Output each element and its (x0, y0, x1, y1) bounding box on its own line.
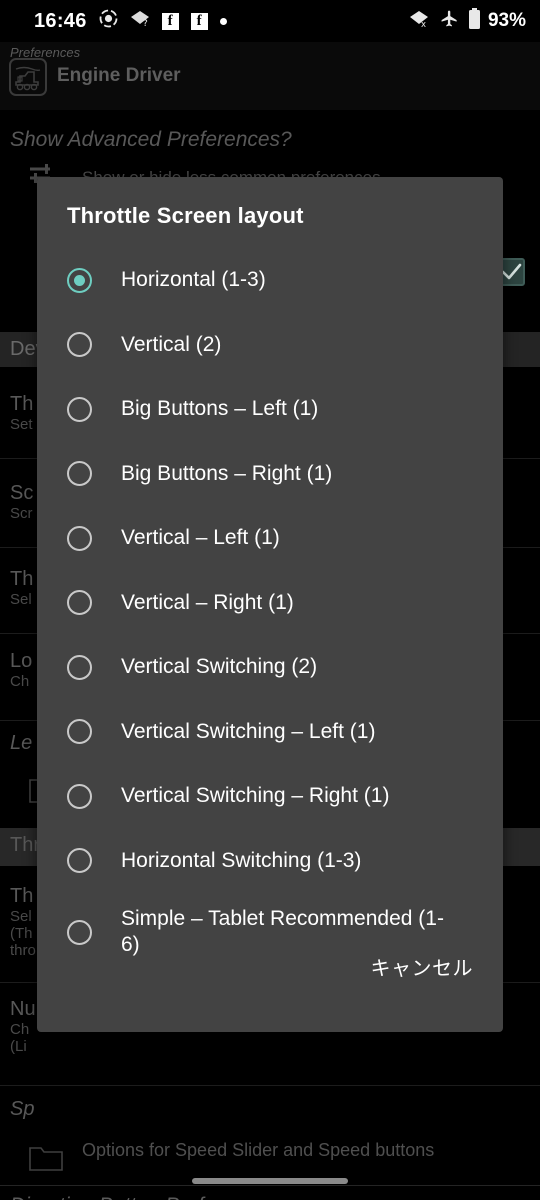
radio-icon[interactable] (67, 783, 92, 809)
bg-list-item[interactable]: Nu Ch (Li (10, 998, 36, 1055)
radio-option-label: Big Buttons – Left (1) (121, 397, 319, 421)
radio-option-horizontal-switching[interactable]: Horizontal Switching (1-3) (37, 829, 503, 894)
screen-record-icon (99, 9, 118, 33)
divider (0, 1185, 540, 1186)
radio-option-label: Vertical – Left (1) (121, 526, 280, 550)
svg-text:?: ? (143, 19, 148, 27)
bg-list-item-title: Nu (10, 998, 36, 1020)
radio-option-vertical-switching-left[interactable]: Vertical Switching – Left (1) (37, 700, 503, 765)
throttle-screen-layout-dialog: Throttle Screen layout Horizontal (1-3) … (37, 177, 503, 1032)
radio-option-label: Horizontal Switching (1-3) (121, 848, 362, 872)
radio-option-label: Vertical Switching – Right (1) (121, 784, 390, 808)
bg-list-item[interactable]: Lo Ch (10, 650, 32, 690)
bg-list-item-sub: (Th (10, 925, 33, 942)
bg-list-item-sub: thro (10, 942, 36, 959)
airplane-mode-icon (440, 9, 459, 33)
advanced-preferences-heading: Show Advanced Preferences? (10, 128, 292, 151)
radio-icon[interactable] (67, 396, 92, 422)
bg-list-item-sub: Set (10, 416, 33, 433)
radio-option-horizontal[interactable]: Horizontal (1-3) (37, 248, 503, 313)
wifi-question-icon: ? (130, 10, 150, 32)
radio-option-big-buttons-left[interactable]: Big Buttons – Left (1) (37, 377, 503, 442)
divider (0, 1085, 540, 1086)
status-clock: 16:46 (34, 9, 87, 32)
radio-option-vertical[interactable]: Vertical (2) (37, 313, 503, 378)
facebook-icon: f (190, 12, 208, 30)
bg-list-item-sub: (Li (10, 1038, 27, 1055)
bg-list-item-sub: Sel (10, 908, 32, 925)
status-bar-right-icons: x 93% (409, 0, 526, 42)
bg-list-item[interactable]: Th Sel (Th thro (10, 885, 36, 959)
bg-list-item[interactable]: Sc Scr (10, 482, 33, 522)
radio-icon[interactable] (67, 919, 92, 945)
bg-list-item-title: Th (10, 885, 34, 907)
radio-icon[interactable] (67, 590, 92, 616)
svg-text:x: x (421, 20, 426, 28)
bg-list-item-sub: Sel (10, 591, 32, 608)
radio-icon[interactable] (67, 461, 92, 487)
app-title: Engine Driver (57, 65, 181, 86)
radio-option-label: Vertical Switching – Left (1) (121, 719, 376, 743)
radio-option-label: Vertical (2) (121, 332, 222, 356)
bg-list-item[interactable]: Th Sel (10, 568, 33, 608)
throttle-band-label-wrap: Thr (10, 834, 40, 857)
bg-category-heading: Sp (10, 1098, 34, 1121)
radio-icon[interactable] (67, 525, 92, 551)
radio-option-vertical-switching-right[interactable]: Vertical Switching – Right (1) (37, 764, 503, 829)
radio-option-vertical-right[interactable]: Vertical – Right (1) (37, 571, 503, 636)
bg-category-label: Sp (10, 1098, 35, 1120)
radio-option-label: Horizontal (1-3) (121, 268, 266, 292)
bg-list-item-title: Lo (10, 650, 33, 672)
radio-icon[interactable] (67, 332, 92, 358)
train-logo-icon (9, 58, 47, 96)
dialog-title: Throttle Screen layout (67, 203, 304, 228)
status-bar-left-icons: 16:46 ? f f (34, 9, 227, 33)
bg-list-item-title: Sc (10, 482, 34, 504)
radio-option-label: Simple – Tablet Recommended (1-6) (121, 907, 444, 956)
radio-icon[interactable] (67, 848, 92, 874)
home-gesture-pill[interactable] (192, 1178, 348, 1184)
radio-option-vertical-left[interactable]: Vertical – Left (1) (37, 506, 503, 571)
bg-list-item-sub: Ch (10, 1021, 30, 1038)
bg-list-item-title: Th (10, 568, 34, 590)
bg-list-item-sub: Scr (10, 505, 33, 522)
bg-list-item-title: Th (10, 393, 34, 415)
cancel-button[interactable]: キャンセル (371, 952, 474, 981)
bg-category-heading: Le (10, 732, 32, 755)
radio-option-vertical-switching[interactable]: Vertical Switching (2) (37, 635, 503, 700)
dot-icon (219, 17, 227, 25)
radio-group: Horizontal (1-3) Vertical (2) Big Button… (37, 248, 503, 971)
direction-button-preferences-heading: Direction Button Preferences (10, 1194, 278, 1200)
facebook-icon: f (161, 12, 179, 30)
radio-option-label: Big Buttons – Right (1) (121, 461, 333, 485)
bg-category-label: Le (10, 732, 33, 754)
radio-option-label: Vertical – Right (1) (121, 590, 294, 614)
bg-list-item[interactable]: Th Set (10, 393, 33, 433)
radio-option-label: Vertical Switching (2) (121, 655, 318, 679)
throttle-band-label: Thr (10, 834, 40, 856)
bg-list-item-sub: Ch (10, 673, 30, 690)
radio-icon[interactable] (67, 654, 92, 680)
radio-icon[interactable] (67, 719, 92, 745)
speed-preferences-row-subtitle: Options for Speed Slider and Speed butto… (82, 1140, 435, 1160)
battery-icon (468, 7, 481, 35)
radio-icon-selected[interactable] (67, 267, 92, 293)
battery-percent-label: 93% (487, 10, 526, 31)
wifi-off-icon: x (409, 10, 431, 33)
radio-option-big-buttons-right[interactable]: Big Buttons – Right (1) (37, 442, 503, 507)
phone-screen: 16:46 ? f f x 93% Preferences Engine Dri… (0, 0, 540, 1200)
status-bar: 16:46 ? f f x 93% (0, 0, 540, 42)
